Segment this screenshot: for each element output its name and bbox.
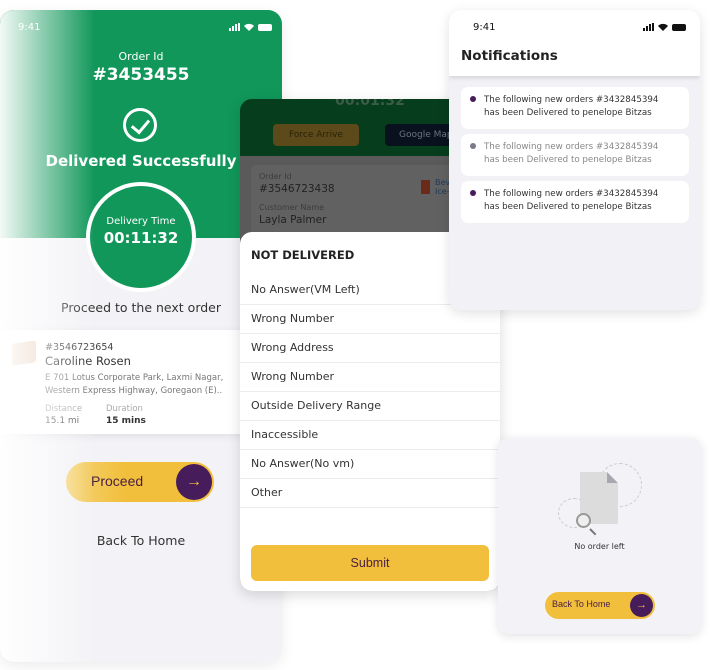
package-box-icon [12,340,36,366]
sheet-title: NOT DELIVERED [251,248,355,262]
no-order-screen: No order left Back To Home → [498,438,701,634]
arrow-right-icon: → [176,464,212,500]
delivery-time-badge: Delivery Time 00:11:32 [86,182,196,292]
read-dot-icon [470,143,476,149]
notifications-title: Notifications [461,48,558,64]
status-bar: 9:41 [0,22,282,36]
distance-label: Distance [45,404,83,414]
notification-line-2: has been Delivered to penelope Bitzas [484,108,652,118]
magnifier-icon [576,513,591,528]
status-icons [643,23,686,31]
notification-item[interactable]: The following new orders #3432845394 has… [461,134,689,176]
signal-icon [643,23,654,31]
order-id-label: Order Id [259,172,292,181]
check-circle-icon [123,108,157,142]
notification-item[interactable]: The following new orders #3432845394 has… [461,87,689,129]
distance-value: 15.1 mi [45,416,80,426]
reason-option[interactable]: Outside Delivery Range [240,392,500,421]
notification-line-2: has been Delivered to penelope Bitzas [484,202,652,212]
notifications-screen: 9:41 Notifications The following new ord… [449,10,700,310]
beverage-cup-icon [421,180,430,194]
force-arrive-button[interactable]: Force Arrive [273,124,359,146]
reason-option[interactable]: Wrong Address [240,334,500,363]
wifi-icon [244,23,254,31]
back-to-home-button[interactable]: Back To Home → [545,592,655,619]
notification-line-2: has been Delivered to penelope Bitzas [484,155,652,165]
order-id-value: #3453455 [92,65,190,85]
back-to-home-label: Back To Home [552,599,611,609]
notification-line-1: The following new orders #3432845394 [484,142,659,152]
customer-name-label: Customer Name [259,203,325,212]
delivery-time-value: 00:11:32 [103,229,179,247]
reason-option[interactable]: Other [240,479,500,508]
proceed-button[interactable]: Proceed → [66,462,214,502]
reason-option[interactable]: Wrong Number [240,363,500,392]
notification-message: The following new orders #3432845394 has… [484,188,684,214]
duration-label: Duration [106,404,143,414]
notification-line-1: The following new orders #3432845394 [484,189,659,199]
next-order-id: #3546723654 [45,342,114,353]
delivery-time-label: Delivery Time [106,216,176,227]
wifi-icon [658,23,668,31]
proceed-label: Proceed [91,473,144,489]
battery-icon [672,23,686,31]
notifications-header: 9:41 Notifications [449,10,700,76]
duration-value: 15 mins [106,416,146,426]
next-order-customer: Caroline Rosen [45,354,131,368]
item-text-line-1: Bev [435,178,451,187]
status-time: 9:41 [473,22,496,33]
order-id-label: Order Id [118,50,164,63]
order-id-value: #3546723438 [259,183,335,195]
arrow-right-icon: → [630,594,653,617]
notification-item[interactable]: The following new orders #3432845394 has… [461,181,689,223]
submit-button[interactable]: Submit [251,545,489,581]
item-text-line-2: Ice- [435,187,450,196]
unread-dot-icon [470,190,476,196]
signal-icon [229,23,240,31]
customer-name-value: Layla Palmer [259,214,327,226]
status-bar: 9:41 [449,22,700,36]
no-order-message: No order left [574,542,625,551]
item-text: Bev Ice- [435,178,450,196]
status-icons [229,23,272,31]
battery-icon [258,23,272,31]
unread-dot-icon [470,96,476,102]
reason-option[interactable]: No Answer(No vm) [240,450,500,479]
status-time: 9:41 [18,22,41,33]
reason-list: No Answer(VM Left) Wrong Number Wrong Ad… [240,276,500,508]
reason-option[interactable]: Inaccessible [240,421,500,450]
notification-message: The following new orders #3432845394 has… [484,141,684,167]
notification-line-1: The following new orders #3432845394 [484,95,659,105]
notification-message: The following new orders #3432845394 has… [484,94,684,120]
